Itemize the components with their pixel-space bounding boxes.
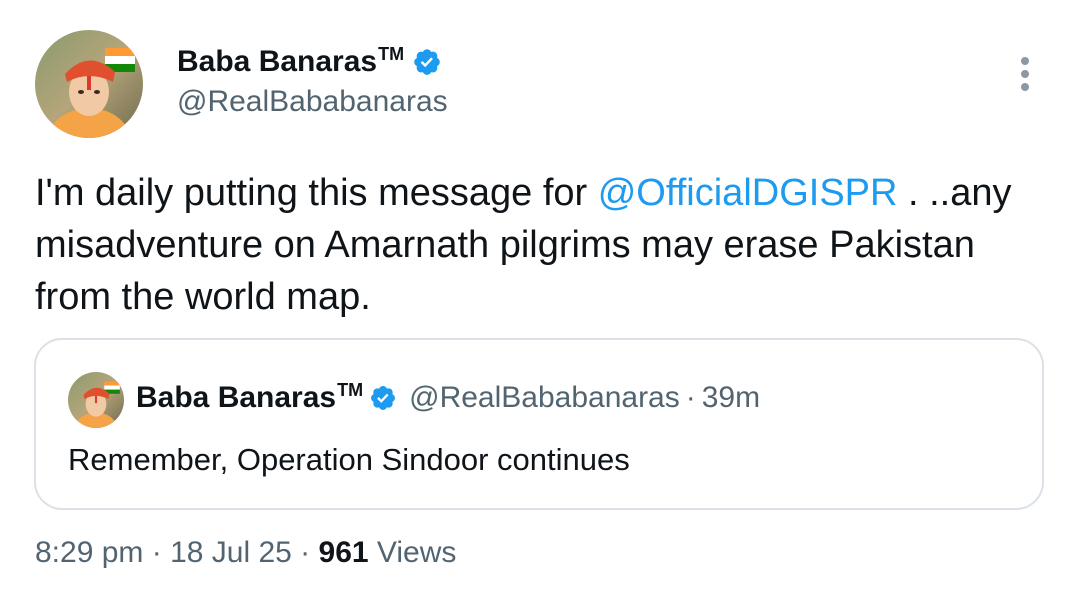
mention-link[interactable]: @OfficialDGISPR (598, 172, 898, 214)
avatar-image (35, 30, 143, 138)
author-avatar[interactable] (35, 30, 143, 138)
quoted-author-handle[interactable]: @RealBababanaras (409, 380, 680, 416)
quoted-tweet-text: Remember, Operation Sindoor continues (68, 442, 630, 477)
quoted-avatar[interactable] (68, 372, 124, 428)
quoted-timestamp[interactable]: 39m (702, 380, 760, 416)
quoted-trademark-mark: TM (337, 380, 364, 400)
tweet-time[interactable]: 8:29 pm (35, 536, 143, 569)
verified-badge-icon[interactable] (412, 47, 442, 77)
tweet-date[interactable]: 18 Jul 25 (170, 536, 292, 569)
more-options-icon[interactable] (1014, 55, 1036, 95)
meta-separator: · (291, 536, 319, 569)
author-handle[interactable]: @RealBababanaras (177, 84, 448, 120)
views-count[interactable]: 961 (319, 536, 369, 569)
author-name[interactable]: Baba Banaras (177, 44, 377, 80)
quoted-author-name[interactable]: Baba Banaras (136, 380, 336, 416)
meta-separator: · (143, 536, 171, 569)
trademark-mark: TM (378, 44, 405, 64)
quoted-separator: · (685, 381, 696, 414)
tweet-text: I'm daily putting this message for @Offi… (35, 167, 1045, 323)
tweet-text-before: I'm daily putting this message for (35, 172, 598, 214)
tweet-card: Baba Banaras TM @RealBababanaras I'm dail… (0, 0, 1080, 604)
views-label[interactable]: Views (369, 536, 457, 569)
quoted-verified-badge-icon (371, 386, 396, 410)
quoted-header: Baba Banaras TM @RealBababanaras · 39m (136, 380, 760, 416)
author-name-row[interactable]: Baba Banaras TM (177, 44, 442, 80)
tweet-meta: 8:29 pm · 18 Jul 25 · 961 Views (35, 535, 456, 571)
quoted-avatar-image (68, 372, 124, 428)
quoted-tweet[interactable]: Baba Banaras TM @RealBababanaras · 39m Re… (34, 338, 1044, 510)
